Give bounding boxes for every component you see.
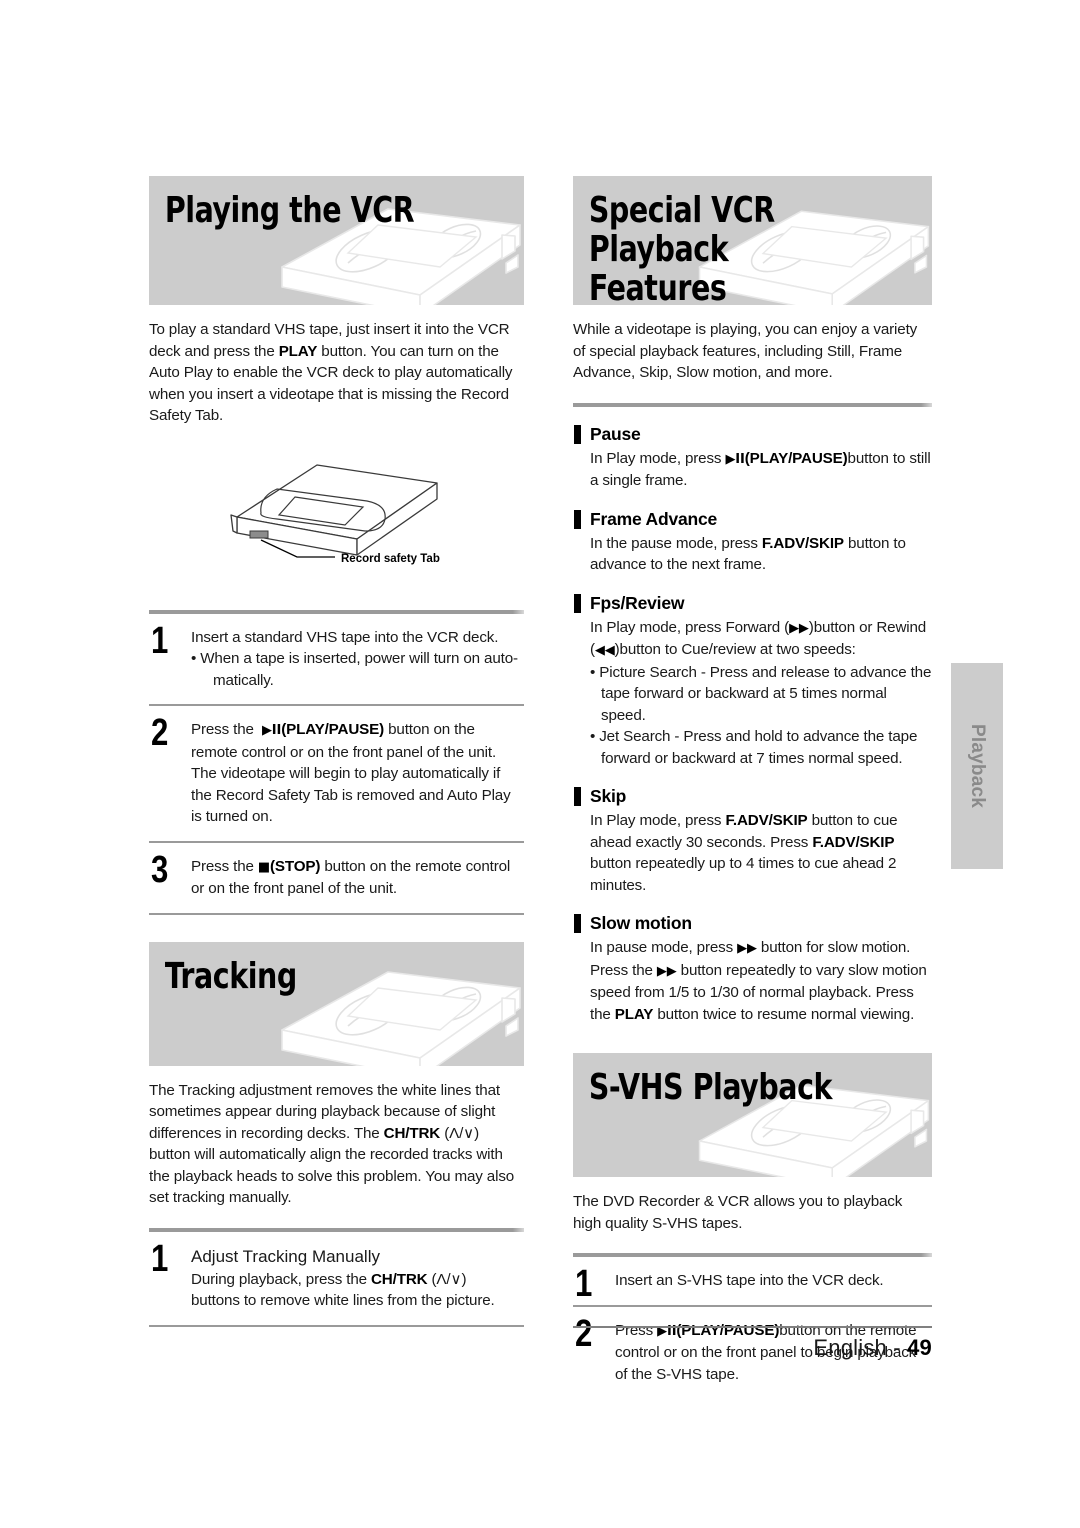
feature-heading: Pause [573,423,932,445]
feature-block-fps-review: Fps/Review In Play mode, press Forward (… [573,592,932,770]
step-text: During playback, press the CH/TRK (Λ/∨) b… [191,1270,495,1310]
step-bullet-line: • When a tape is inserted, power will tu… [191,650,518,689]
forward-symbol-icon: ▶▶ [656,963,677,979]
section-banner-s-vhs-playback: S-VHS Playback [573,1053,932,1177]
step-divider [149,912,524,915]
feature-text: In Play mode, press F.ADV/SKIP button to… [590,812,898,894]
section-title-playing-the-vcr: Playing the VCR [164,190,415,231]
feature-block-slow-motion: Slow motion In pause mode, press ▶▶ butt… [573,912,932,1025]
feature-heading: Frame Advance [573,508,932,530]
step-text: Press the ▶II(PLAY/PAUSE) button on the … [191,721,511,825]
page-footer: English - 49 [573,1326,932,1361]
intro-paragraph-s-vhs: The DVD Recorder & VCR allows you to pla… [573,1193,903,1232]
footer-page-label: English - 49 [573,1328,932,1361]
stop-symbol-icon: ■ [257,859,271,875]
footer-language: English - [813,1335,908,1360]
step-item: 1 Insert a standard VHS tape into the VC… [149,614,524,705]
step-item: 1 Adjust Tracking Manually During playba… [149,1232,524,1325]
feature-text: In Play mode, press ▶II(PLAY/PAUSE)butto… [590,449,931,490]
step-subtitle: Adjust Tracking Manually [191,1246,380,1266]
section-title-s-vhs-playback: S-VHS Playback [588,1067,833,1108]
section-banner-special-vcr-playback-features: Special VCR Playback Features [573,176,932,305]
section-banner-tracking: Tracking [149,941,524,1066]
intro-paragraph-special-features: While a videotape is playing, you can en… [573,321,918,381]
step-number: 1 [575,1263,593,1305]
step-item: 2 Press the ▶II(PLAY/PAUSE) button on th… [149,706,524,841]
manual-page: Playing the VCR To play a standard VHS t… [0,0,1080,1528]
feature-bullet: • Picture Search - Press and release to … [590,663,932,724]
step-main-line: Insert a standard VHS tape into the VCR … [191,628,499,646]
play-pause-symbol-icon: ▶II [725,451,745,467]
step-item: 1 Insert an S-VHS tape into the VCR deck… [573,1257,932,1305]
footer-page-number: 49 [907,1335,932,1360]
feature-block-pause: Pause In Play mode, press ▶II(PLAY/PAUSE… [573,423,932,492]
feature-bullet: • Jet Search - Press and hold to advance… [590,728,918,767]
forward-symbol-icon: ▶▶ [737,941,757,956]
cassette-caption-text: Record safety Tab [341,553,440,565]
cassette-diagram: Record safety Tab [149,439,524,591]
step-text: Press the ■(STOP) button on the remote c… [191,857,511,898]
step-text: Insert a standard VHS tape into the VCR … [191,627,524,692]
feature-text: In Play mode, press Forward (▶▶)button o… [573,617,932,770]
feature-heading: Slow motion [573,912,932,934]
side-tab-playback: Playback [951,663,1003,869]
intro-paragraph-tracking: The Tracking adjustment removes the whit… [149,1081,515,1207]
section-banner-playing-the-vcr: Playing the VCR [149,176,524,305]
cassette-line-drawing: Record safety Tab [230,463,440,565]
right-column: Special VCR Playback Features While a vi… [573,176,932,1398]
feature-block-frame-advance: Frame Advance In the pause mode, press F… [573,508,932,576]
step-text: Insert an S-VHS tape into the VCR deck. [615,1272,884,1289]
feature-text: In the pause mode, press F.ADV/SKIP butt… [590,534,906,574]
step-number: 3 [151,848,169,891]
feature-text: In pause mode, press ▶▶ button for slow … [590,939,927,1023]
feature-heading: Fps/Review [573,592,932,614]
intro-paragraph-playing-the-vcr: To play a standard VHS tape, just insert… [149,321,513,424]
step-number: 2 [151,712,169,754]
forward-symbol-icon: ▶▶ [789,620,809,636]
rewind-symbol-icon: ◀◀ [594,643,615,658]
play-pause-symbol-icon: ▶II [261,723,282,738]
step-item: 3 Press the ■(STOP) button on the remote… [149,843,524,913]
feature-block-skip: Skip In Play mode, press F.ADV/SKIP butt… [573,785,932,896]
feature-heading: Skip [573,785,932,807]
step-number: 1 [151,619,169,662]
side-tab-label: Playback [967,724,988,808]
step-divider [149,1324,524,1327]
section-title-tracking: Tracking [164,955,297,997]
section-divider [573,402,932,407]
section-title-special-vcr-playback-features: Special VCR Playback Features [588,190,775,305]
left-column: Playing the VCR To play a standard VHS t… [149,176,524,1327]
step-number: 1 [151,1237,169,1280]
